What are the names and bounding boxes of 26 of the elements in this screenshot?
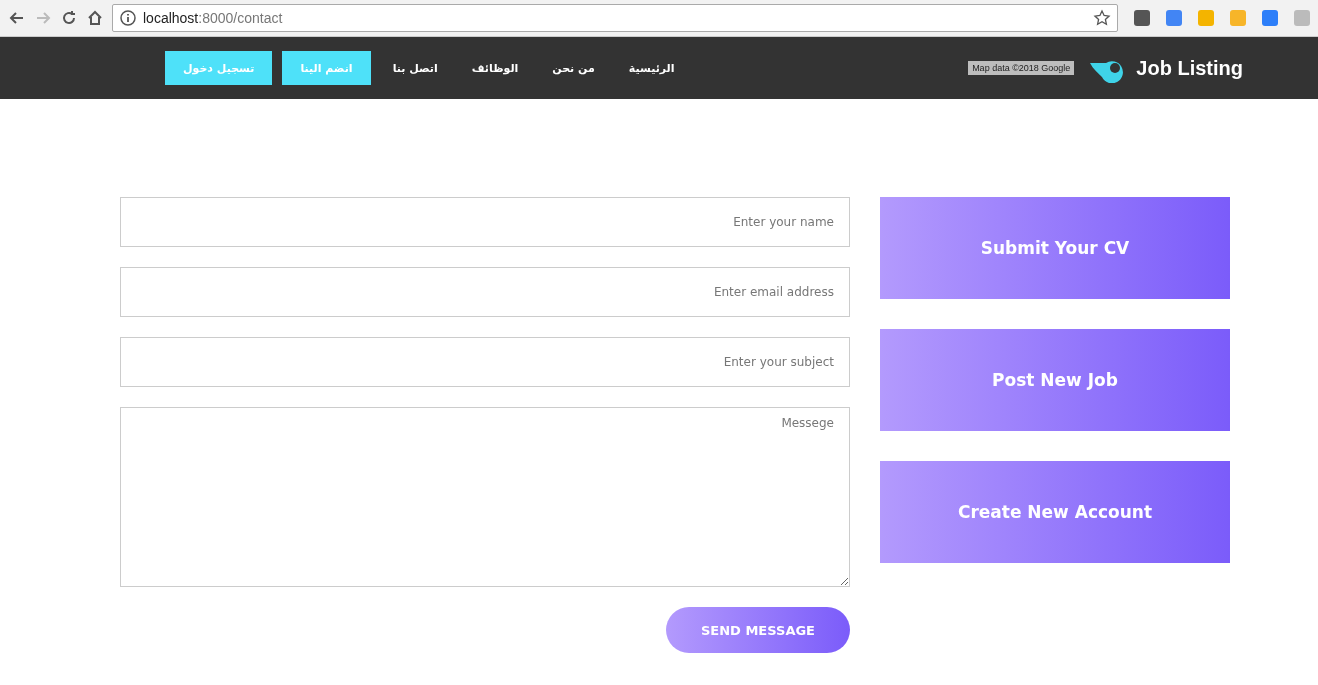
input-field[interactable]: Enter your subject [120,337,850,387]
reload-icon[interactable] [60,9,78,27]
extension-icon[interactable] [1262,10,1278,26]
address-bar[interactable]: localhost:8000/contact [112,4,1118,32]
nav-link[interactable]: من نحن [540,61,607,75]
extension-icon[interactable] [1134,10,1150,26]
map-attribution: Map data ©2018 Google [968,61,1075,75]
extension-icon[interactable] [1294,10,1310,26]
nav-link[interactable]: الرئيسية [616,61,687,75]
url-text: localhost:8000/contact [143,10,283,26]
send-message-button[interactable]: SEND MESSAGE [666,607,850,653]
action-card[interactable]: Submit Your CV [880,197,1230,299]
action-card[interactable]: Create New Account [880,461,1230,563]
logo-text: Job Listing [1136,56,1243,80]
message-field[interactable]: Messege [120,407,850,587]
info-icon [119,9,137,27]
star-icon[interactable] [1093,9,1111,27]
extension-icon[interactable] [1166,10,1182,26]
nav-link[interactable]: اتصل بنا [380,61,450,75]
extension-icon[interactable] [1198,10,1214,26]
input-field[interactable]: Enter email address [120,267,850,317]
action-card[interactable]: Post New Job [880,329,1230,431]
input-field[interactable]: Enter your name [120,197,850,247]
extension-icon[interactable] [1230,10,1246,26]
home-icon[interactable] [86,9,104,27]
nav-link[interactable]: الوظائف [459,61,531,75]
